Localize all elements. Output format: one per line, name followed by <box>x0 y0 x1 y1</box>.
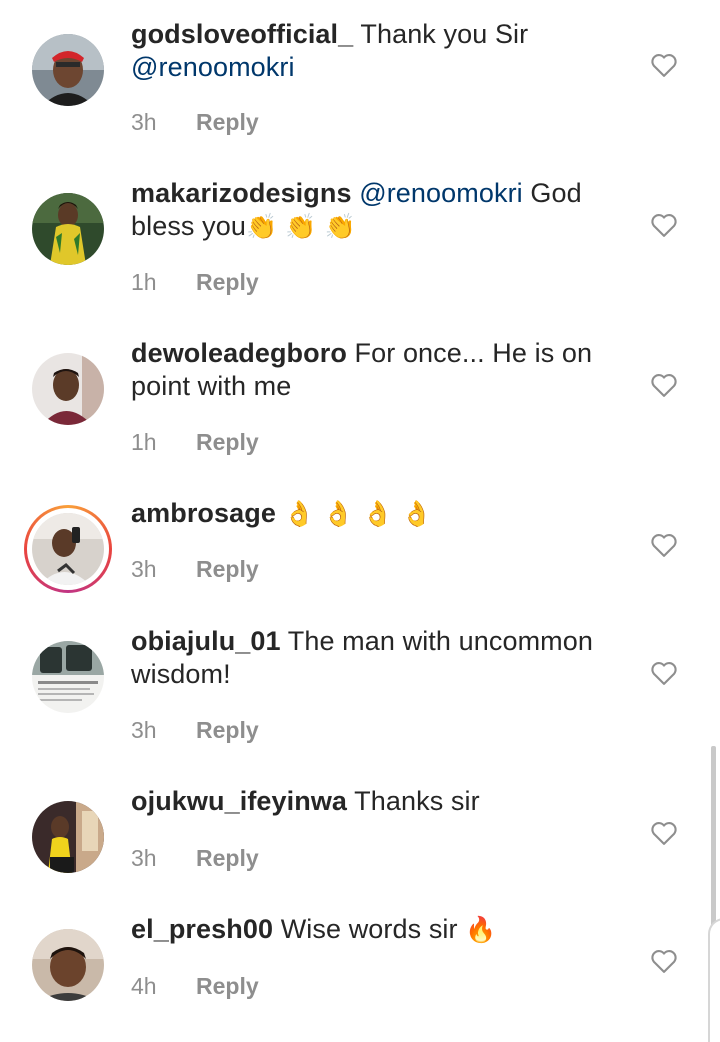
comment-text <box>276 498 284 528</box>
comment-username[interactable]: el_presh00 <box>131 914 273 944</box>
comment-meta: 4h Reply <box>131 973 259 1000</box>
comment-username[interactable]: obiajulu_01 <box>131 626 281 656</box>
comment-time: 3h <box>131 717 157 743</box>
comment-text: Wise words sir <box>273 914 466 944</box>
reply-button[interactable]: Reply <box>196 973 259 999</box>
comment-body: obiajulu_01 The man with uncommon wisdom… <box>131 625 611 691</box>
avatar[interactable] <box>32 641 104 713</box>
comment-time: 3h <box>131 845 157 871</box>
avatar[interactable] <box>32 193 104 265</box>
comment-meta: 3h Reply <box>131 845 259 872</box>
avatar[interactable] <box>32 34 104 106</box>
comment-meta: 1h Reply <box>131 269 259 296</box>
reply-button[interactable]: Reply <box>196 845 259 871</box>
story-ring[interactable] <box>24 505 112 593</box>
scrollbar[interactable] <box>711 746 716 928</box>
avatar[interactable] <box>32 929 104 1001</box>
comment-body: makarizodesigns @renoomokri God bless yo… <box>131 177 611 243</box>
reply-button[interactable]: Reply <box>196 269 259 295</box>
fire-emoji: 🔥 <box>465 915 497 944</box>
comment-body: godsloveofficial_ Thank you Sir @renoomo… <box>131 18 611 84</box>
heart-outline-icon[interactable] <box>650 660 678 686</box>
avatar[interactable] <box>32 513 104 585</box>
comment-text: Thank you Sir <box>353 19 529 49</box>
comment-body: ojukwu_ifeyinwa Thanks sir <box>131 785 611 818</box>
clapping-hands-emoji: 👏 👏 👏 <box>245 212 356 241</box>
comment-username[interactable]: makarizodesigns <box>131 178 352 208</box>
heart-outline-icon[interactable] <box>650 212 678 238</box>
fast-scroll-handle[interactable] <box>708 918 720 1042</box>
comment-time: 3h <box>131 109 157 135</box>
reply-button[interactable]: Reply <box>196 717 259 743</box>
heart-outline-icon[interactable] <box>650 372 678 398</box>
comment-username[interactable]: godsloveofficial_ <box>131 19 353 49</box>
avatar[interactable] <box>32 353 104 425</box>
comment-time: 4h <box>131 973 157 999</box>
comment-meta: 3h Reply <box>131 717 259 744</box>
heart-outline-icon[interactable] <box>650 820 678 846</box>
comment-meta: 3h Reply <box>131 556 259 583</box>
ok-hand-emoji: 👌 👌 👌 👌 <box>283 499 433 528</box>
comment-body: ambrosage 👌 👌 👌 👌 <box>131 497 611 530</box>
heart-outline-icon[interactable] <box>650 948 678 974</box>
reply-button[interactable]: Reply <box>196 429 259 455</box>
comment-username[interactable]: ojukwu_ifeyinwa <box>131 786 347 816</box>
comment-time: 1h <box>131 269 157 295</box>
comment-body: dewoleadegboro For once... He is on poin… <box>131 337 611 403</box>
comment-mention[interactable]: @renoomokri <box>359 178 523 208</box>
comment-username[interactable]: dewoleadegboro <box>131 338 347 368</box>
comment-time: 1h <box>131 429 157 455</box>
avatar[interactable] <box>32 801 104 873</box>
comment-text: Thanks sir <box>347 786 480 816</box>
comment-body: el_presh00 Wise words sir 🔥 <box>131 913 611 946</box>
comment-username[interactable]: ambrosage <box>131 498 276 528</box>
heart-outline-icon[interactable] <box>650 52 678 78</box>
comment-time: 3h <box>131 556 157 582</box>
reply-button[interactable]: Reply <box>196 109 259 135</box>
reply-button[interactable]: Reply <box>196 556 259 582</box>
heart-outline-icon[interactable] <box>650 532 678 558</box>
comment-meta: 3h Reply <box>131 109 259 136</box>
comment-mention[interactable]: @renoomokri <box>131 52 295 82</box>
comment-meta: 1h Reply <box>131 429 259 456</box>
